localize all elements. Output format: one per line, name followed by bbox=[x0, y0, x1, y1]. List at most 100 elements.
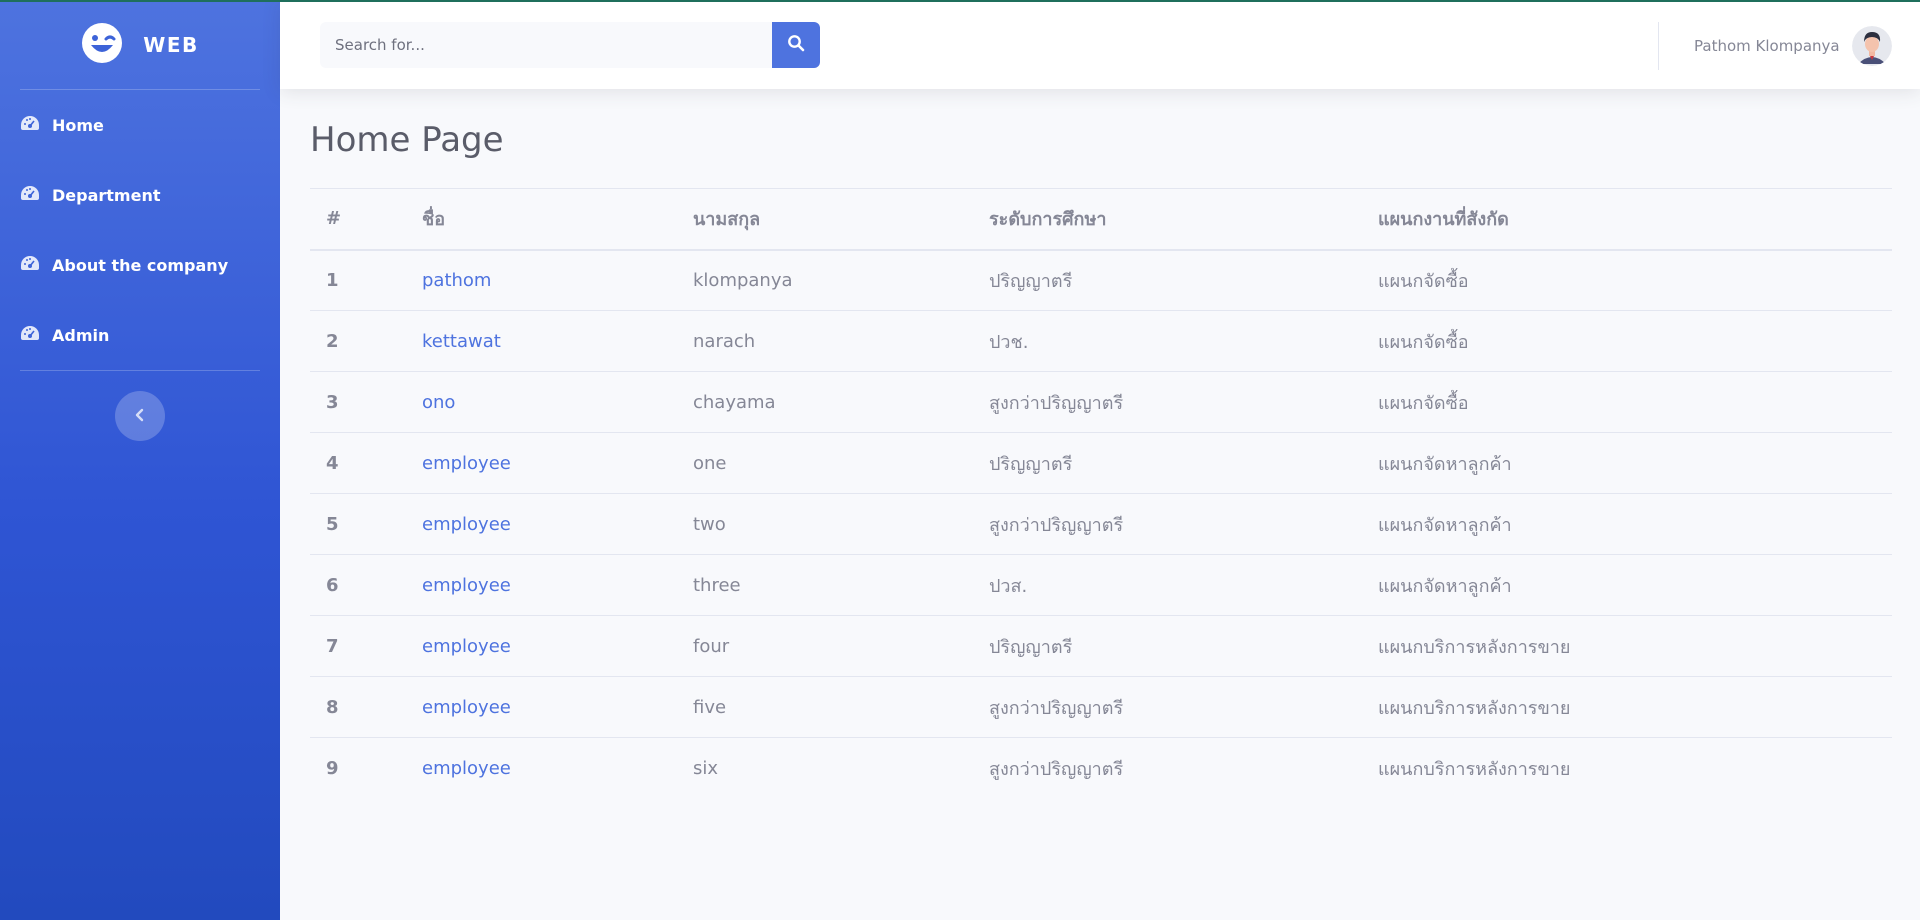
employee-name-link[interactable]: ono bbox=[422, 392, 455, 413]
education-cell: ปริญญาตรี bbox=[989, 636, 1073, 658]
table-row: 6 employee three ปวส. แผนกจัดหาลูกค้า bbox=[310, 555, 1892, 616]
row-number: 5 bbox=[326, 513, 339, 535]
sidebar-item-admin[interactable]: Admin bbox=[0, 300, 280, 370]
row-number: 3 bbox=[326, 391, 339, 413]
education-cell: ปวช. bbox=[989, 331, 1029, 353]
sidebar-item-about[interactable]: About the company bbox=[0, 230, 280, 300]
education-cell: ปวส. bbox=[989, 575, 1028, 597]
row-number: 2 bbox=[326, 330, 339, 352]
education-cell: ปริญญาตรี bbox=[989, 270, 1073, 292]
search-button[interactable] bbox=[772, 22, 820, 68]
first-name-cell: employee bbox=[406, 616, 677, 677]
education-cell: สูงกว่าปริญญาตรี bbox=[989, 697, 1124, 719]
department-cell: แผนกจัดซื้อ bbox=[1378, 331, 1469, 353]
row-number: 6 bbox=[326, 574, 339, 596]
table-row: 1 pathom klompanya ปริญญาตรี แผนกจัดซื้อ bbox=[310, 250, 1892, 311]
search-icon bbox=[787, 34, 805, 56]
last-name-cell: two bbox=[693, 513, 726, 535]
education-cell: สูงกว่าปริญญาตรี bbox=[989, 514, 1124, 536]
last-name-cell: chayama bbox=[693, 391, 776, 413]
brand-name: WEB bbox=[143, 32, 199, 57]
row-number: 1 bbox=[326, 269, 339, 291]
last-name-cell: narach bbox=[693, 330, 756, 352]
tachometer-icon bbox=[20, 255, 52, 275]
top-accent-line bbox=[0, 0, 1920, 2]
sidebar-toggle-button[interactable] bbox=[115, 391, 165, 441]
table-row: 2 kettawat narach ปวช. แผนกจัดซื้อ bbox=[310, 311, 1892, 372]
sidebar-item-label: About the company bbox=[52, 255, 229, 275]
employee-name-link[interactable]: employee bbox=[422, 453, 511, 474]
employee-name-link[interactable]: employee bbox=[422, 758, 511, 779]
department-cell: แผนกจัดหาลูกค้า bbox=[1378, 575, 1512, 597]
sidebar-item-department[interactable]: Department bbox=[0, 160, 280, 230]
column-header-department: แผนกงานที่สังกัด bbox=[1378, 209, 1509, 231]
employee-name-link[interactable]: kettawat bbox=[422, 331, 501, 352]
table-row: 7 employee four ปริญญาตรี แผนกบริการหลัง… bbox=[310, 616, 1892, 677]
row-number: 8 bbox=[326, 696, 339, 718]
topbar-divider bbox=[1658, 22, 1659, 70]
department-cell: แผนกบริการหลังการขาย bbox=[1378, 636, 1571, 658]
first-name-cell: employee bbox=[406, 433, 677, 494]
education-cell: สูงกว่าปริญญาตรี bbox=[989, 392, 1124, 414]
column-header-first-name: ชื่อ bbox=[422, 209, 446, 231]
department-cell: แผนกบริการหลังการขาย bbox=[1378, 697, 1571, 719]
last-name-cell: three bbox=[693, 574, 741, 596]
first-name-cell: employee bbox=[406, 494, 677, 555]
department-cell: แผนกจัดซื้อ bbox=[1378, 392, 1469, 414]
first-name-cell: employee bbox=[406, 677, 677, 738]
column-header-last-name: นามสกุล bbox=[693, 209, 761, 231]
sidebar-item-label: Home bbox=[52, 115, 104, 135]
row-number: 9 bbox=[326, 757, 339, 779]
user-dropdown[interactable]: Pathom Klompanya bbox=[1694, 25, 1892, 67]
last-name-cell: six bbox=[693, 757, 719, 779]
first-name-cell: pathom bbox=[406, 250, 677, 311]
employee-name-link[interactable]: employee bbox=[422, 514, 511, 535]
education-cell: ปริญญาตรี bbox=[989, 453, 1073, 475]
employee-name-link[interactable]: employee bbox=[422, 636, 511, 657]
employee-name-link[interactable]: pathom bbox=[422, 270, 491, 291]
tachometer-icon bbox=[20, 115, 52, 135]
avatar bbox=[1851, 26, 1892, 66]
sidebar-item-home[interactable]: Home bbox=[0, 90, 280, 160]
sidebar-brand[interactable]: WEB bbox=[0, 0, 280, 89]
table-row: 5 employee two สูงกว่าปริญญาตรี แผนกจัดห… bbox=[310, 494, 1892, 555]
tachometer-icon bbox=[20, 325, 52, 345]
sidebar-item-label: Department bbox=[52, 185, 161, 205]
last-name-cell: klompanya bbox=[693, 269, 793, 291]
page-title: Home Page bbox=[310, 120, 504, 160]
search-input[interactable] bbox=[320, 22, 772, 68]
table-row: 9 employee six สูงกว่าปริญญาตรี แผนกบริก… bbox=[310, 738, 1892, 799]
tachometer-icon bbox=[20, 185, 52, 205]
table-row: 3 ono chayama สูงกว่าปริญญาตรี แผนกจัดซื… bbox=[310, 372, 1892, 433]
first-name-cell: employee bbox=[406, 555, 677, 616]
laugh-wink-icon bbox=[81, 22, 123, 68]
user-name: Pathom Klompanya bbox=[1694, 37, 1840, 55]
first-name-cell: employee bbox=[406, 738, 677, 799]
row-number: 4 bbox=[326, 452, 339, 474]
table-row: 4 employee one ปริญญาตรี แผนกจัดหาลูกค้า bbox=[310, 433, 1892, 494]
topbar: Pathom Klompanya bbox=[280, 0, 1920, 89]
last-name-cell: five bbox=[693, 696, 727, 718]
employee-table: # ชื่อ นามสกุล ระดับการศึกษา แผนกงานที่ส… bbox=[310, 188, 1892, 799]
row-number: 7 bbox=[326, 635, 339, 657]
column-header-education: ระดับการศึกษา bbox=[989, 209, 1107, 231]
column-header-number: # bbox=[326, 208, 342, 230]
table-header-row: # ชื่อ นามสกุล ระดับการศึกษา แผนกงานที่ส… bbox=[310, 188, 1892, 250]
main-content: Home Page # ชื่อ นามสกุล ระดับการศึกษา แ… bbox=[310, 89, 1892, 799]
sidebar-toggle-wrap bbox=[0, 371, 280, 441]
first-name-cell: kettawat bbox=[406, 311, 677, 372]
sidebar-item-label: Admin bbox=[52, 325, 110, 345]
department-cell: แผนกจัดซื้อ bbox=[1378, 270, 1469, 292]
employee-name-link[interactable]: employee bbox=[422, 575, 511, 596]
search-group bbox=[320, 22, 820, 68]
last-name-cell: four bbox=[693, 635, 730, 657]
sidebar: WEB Home Department About the company Ad… bbox=[0, 0, 280, 920]
table-row: 8 employee five สูงกว่าปริญญาตรี แผนกบริ… bbox=[310, 677, 1892, 738]
education-cell: สูงกว่าปริญญาตรี bbox=[989, 758, 1124, 780]
chevron-left-icon bbox=[134, 407, 146, 426]
employee-name-link[interactable]: employee bbox=[422, 697, 511, 718]
department-cell: แผนกบริการหลังการขาย bbox=[1378, 758, 1571, 780]
department-cell: แผนกจัดหาลูกค้า bbox=[1378, 514, 1512, 536]
first-name-cell: ono bbox=[406, 372, 677, 433]
last-name-cell: one bbox=[693, 452, 727, 474]
